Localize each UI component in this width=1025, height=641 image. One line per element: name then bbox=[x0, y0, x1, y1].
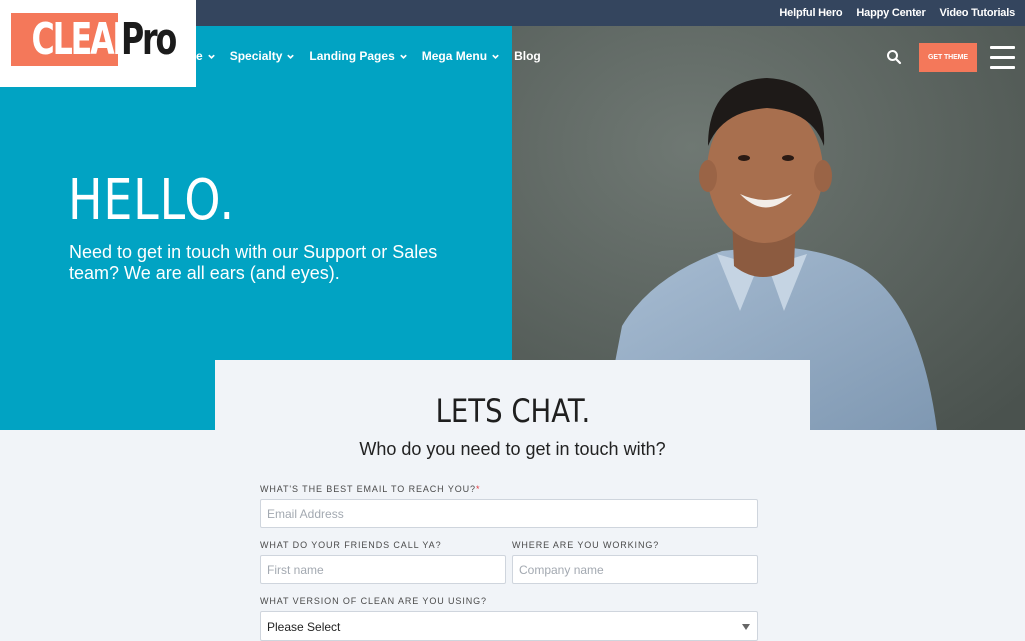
nav-item-label: Specialty bbox=[229, 49, 283, 63]
video-tutorials-link[interactable]: Video Tutorials bbox=[940, 7, 1016, 19]
main-nav: e Specialty Landing Pages Mega Menu Blog bbox=[196, 26, 555, 86]
hero-title: HELLO. bbox=[68, 168, 235, 233]
form-title: LETS CHAT. bbox=[435, 392, 590, 430]
nav-item-label: Landing Pages bbox=[309, 49, 395, 63]
company-field[interactable] bbox=[512, 555, 758, 584]
nav-item-blog[interactable]: Blog bbox=[514, 49, 541, 63]
version-select-value: Please Select bbox=[267, 620, 341, 634]
logo-clean-mark: CLEAN bbox=[11, 13, 139, 66]
helpful-hero-link[interactable]: Helpful Hero bbox=[779, 7, 842, 19]
version-label: WHAT VERSION OF CLEAN ARE YOU USING? bbox=[260, 596, 487, 606]
nav-item-mega-menu[interactable]: Mega Menu bbox=[422, 49, 500, 63]
name-label: WHAT DO YOUR FRIENDS CALL YA? bbox=[260, 540, 442, 550]
chevron-down-icon bbox=[207, 54, 215, 59]
email-field[interactable] bbox=[260, 499, 758, 528]
happy-center-link[interactable]: Happy Center bbox=[856, 7, 925, 19]
chevron-down-icon bbox=[287, 54, 295, 59]
first-name-field[interactable] bbox=[260, 555, 506, 584]
nav-item-label: Blog bbox=[514, 49, 541, 63]
hamburger-menu-icon[interactable] bbox=[990, 46, 1015, 70]
hero-text: Need to get in touch with our Support or… bbox=[69, 242, 438, 283]
search-icon[interactable] bbox=[886, 49, 902, 65]
nav-item-specialty[interactable]: Specialty bbox=[230, 49, 296, 63]
nav-item-label: Mega Menu bbox=[421, 49, 488, 63]
required-mark: * bbox=[475, 484, 481, 494]
company-label: WHERE ARE YOU WORKING? bbox=[512, 540, 660, 550]
version-select[interactable]: Please Select bbox=[260, 611, 758, 641]
nav-item-label: e bbox=[196, 49, 203, 63]
form-subtitle: Who do you need to get in touch with? bbox=[359, 439, 666, 459]
clean-pro-logo[interactable]: CLEAN Pro bbox=[0, 0, 196, 87]
chevron-down-icon bbox=[492, 54, 499, 59]
get-theme-button[interactable]: GET THEME bbox=[919, 43, 977, 72]
utility-links: Helpful Hero Happy Center Video Tutorial… bbox=[779, 0, 1015, 26]
email-label: WHAT'S THE BEST EMAIL TO REACH YOU?* bbox=[260, 484, 481, 494]
nav-item-landing-pages[interactable]: Landing Pages bbox=[309, 49, 407, 63]
nav-item-home[interactable]: e bbox=[196, 49, 216, 63]
chevron-down-icon bbox=[399, 54, 407, 59]
logo-pro-text: Pro bbox=[121, 14, 177, 65]
caret-down-icon bbox=[742, 624, 750, 630]
